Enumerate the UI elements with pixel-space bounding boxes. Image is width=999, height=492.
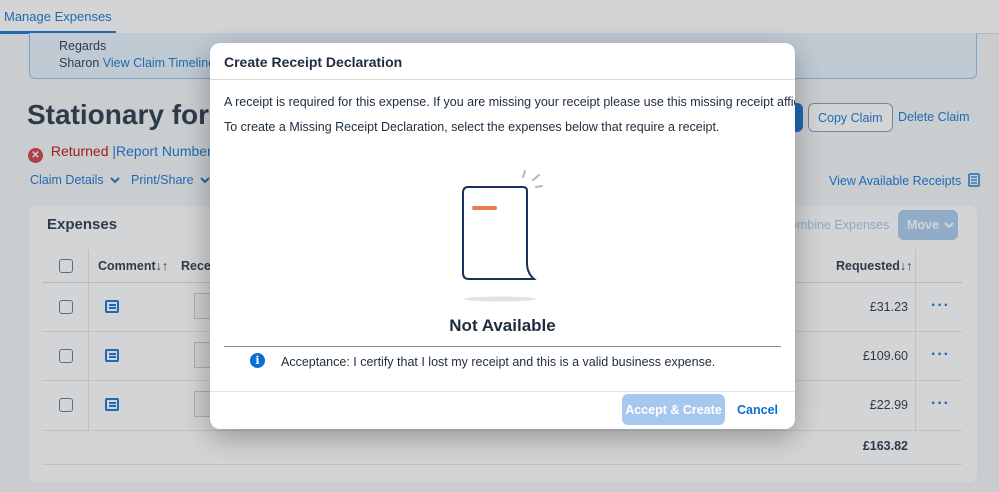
receipt-illustration — [462, 170, 543, 302]
cancel-button[interactable]: Cancel — [737, 403, 778, 417]
dialog-instruction: To create a Missing Receipt Declaration,… — [224, 120, 720, 134]
acceptance-text: Acceptance: I certify that I lost my rec… — [281, 355, 716, 369]
info-icon: i — [250, 353, 265, 368]
empty-state-title: Not Available — [449, 316, 556, 335]
dialog-header: Create Receipt Declaration — [210, 43, 795, 80]
dialog-separator — [224, 346, 781, 347]
dialog-description: A receipt is required for this expense. … — [224, 95, 795, 109]
dialog-title: Create Receipt Declaration — [224, 54, 403, 70]
create-receipt-declaration-dialog: Create Receipt Declaration A receipt is … — [210, 43, 795, 429]
accept-create-button[interactable]: Accept & Create — [622, 394, 725, 425]
